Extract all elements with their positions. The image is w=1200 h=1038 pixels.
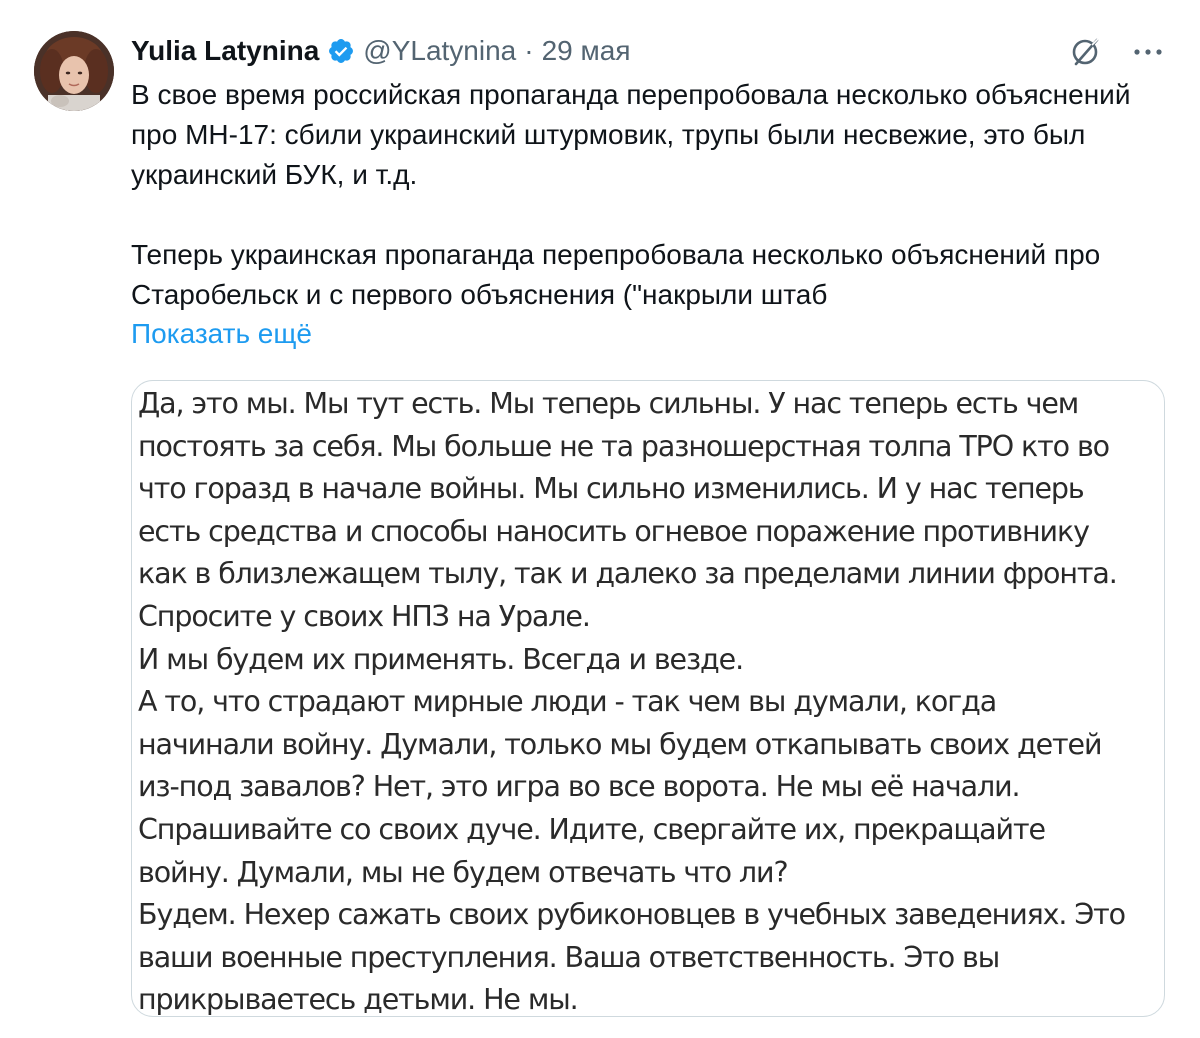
avatar[interactable] <box>34 31 114 111</box>
tweet: Yulia Latynina @YLatynina · 29 мая В сво… <box>0 0 1200 1038</box>
image-paragraph: И мы будем их применять. Всегда и везде. <box>138 642 744 676</box>
tweet-date[interactable]: 29 мая <box>542 35 631 67</box>
attached-image[interactable]: Да, это мы. Мы тут есть. Мы теперь сильн… <box>131 380 1165 1017</box>
author-name[interactable]: Yulia Latynina <box>131 35 319 67</box>
grok-icon[interactable] <box>1068 34 1104 70</box>
tweet-paragraph: Теперь украинская пропаганда перепробова… <box>131 239 1101 310</box>
verified-badge-icon[interactable] <box>327 37 355 65</box>
tweet-text: В свое время российская пропаганда переп… <box>131 75 1171 315</box>
more-icon[interactable] <box>1130 34 1166 70</box>
author-handle[interactable]: @YLatynina <box>363 35 516 67</box>
image-text: Да, это мы. Мы тут есть. Мы теперь сильн… <box>138 383 1138 1017</box>
separator-dot: · <box>524 35 534 66</box>
image-paragraph: А то, что страдают мирные люди - так чем… <box>138 685 1102 889</box>
tweet-paragraph: В свое время российская пропаганда переп… <box>131 79 1131 190</box>
image-paragraph: Будем. Нехер сажать своих рубиконовцев в… <box>138 898 1126 1017</box>
image-paragraph: Да, это мы. Мы тут есть. Мы теперь сильн… <box>138 387 1118 633</box>
tweet-header: Yulia Latynina @YLatynina · 29 мая <box>131 30 631 72</box>
show-more-link[interactable]: Показать ещё <box>131 314 312 354</box>
avatar-photo <box>34 31 114 111</box>
tweet-actions <box>1068 34 1166 70</box>
